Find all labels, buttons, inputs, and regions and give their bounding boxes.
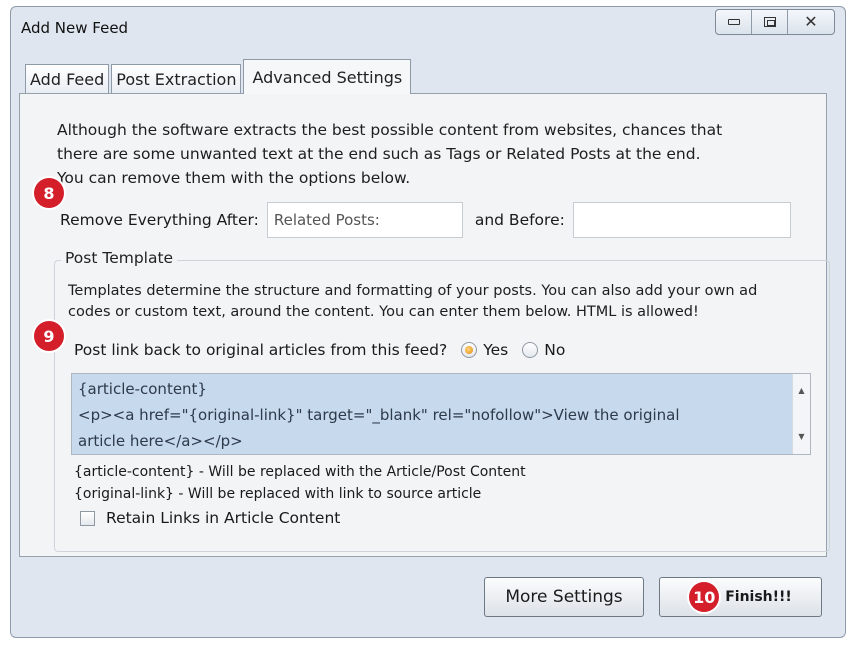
hint-line: {article-content} - Will be replaced wit…: [74, 464, 526, 480]
post-template-legend: Post Template: [61, 249, 178, 267]
minimize-icon: [727, 19, 740, 25]
finish-label: Finish!!!: [725, 589, 792, 605]
close-icon: ✕: [804, 12, 818, 31]
tab-add-feed[interactable]: Add Feed: [25, 64, 110, 94]
post-template-description: Templates determine the structure and fo…: [68, 281, 828, 323]
hint-line: {original-link} - Will be replaced with …: [74, 486, 482, 502]
template-line: <p><a href="{original-link}" target="_bl…: [78, 406, 680, 424]
template-scrollbar[interactable]: ▲ ▼: [792, 374, 810, 454]
radio-no-label[interactable]: No: [544, 341, 565, 359]
retain-links-label[interactable]: Retain Links in Article Content: [106, 509, 340, 527]
description-line: Templates determine the structure and fo…: [68, 283, 758, 299]
window-title: Add New Feed: [21, 19, 129, 37]
intro-text: Although the software extracts the best …: [57, 118, 797, 190]
template-line: article here</a></p>: [78, 432, 243, 450]
link-back-row: Post link back to original articles from…: [74, 341, 565, 359]
finish-button[interactable]: 10 Finish!!!: [659, 577, 822, 617]
intro-line: Although the software extracts the best …: [57, 121, 723, 139]
scroll-down-icon[interactable]: ▼: [798, 424, 804, 450]
maximize-button[interactable]: [752, 10, 788, 34]
intro-line: there are some unwanted text at the end …: [57, 145, 701, 163]
post-template-group: Post Template Templates determine the st…: [54, 249, 830, 552]
advanced-settings-panel: Although the software extracts the best …: [19, 93, 830, 557]
maximize-icon: [763, 17, 776, 27]
remove-after-input[interactable]: [266, 202, 463, 238]
scroll-up-icon[interactable]: ▲: [798, 378, 804, 404]
before-label: and Before:: [474, 211, 565, 229]
tab-advanced-settings[interactable]: Advanced Settings: [243, 59, 412, 94]
link-back-question: Post link back to original articles from…: [74, 341, 448, 359]
close-button[interactable]: ✕: [788, 10, 834, 34]
retain-links-checkbox[interactable]: [80, 510, 95, 526]
step-marker-9: 9: [34, 321, 64, 351]
before-input[interactable]: [572, 202, 791, 238]
tab-bar: Add Feed Post Extraction Advanced Settin…: [25, 58, 413, 94]
more-settings-button[interactable]: More Settings: [484, 577, 644, 617]
window-controls: ✕: [715, 9, 835, 35]
intro-line: You can remove them with the options bel…: [57, 169, 411, 187]
radio-yes[interactable]: [461, 342, 478, 358]
remove-after-label: Remove Everything After:: [60, 211, 259, 229]
description-line: codes or custom text, around the content…: [68, 304, 699, 320]
retain-links-row[interactable]: Retain Links in Article Content: [80, 509, 340, 527]
title-bar[interactable]: Add New Feed ✕: [11, 7, 845, 47]
remove-options-row: Remove Everything After: and Before:: [60, 202, 791, 238]
radio-no[interactable]: [522, 342, 539, 358]
step-marker-10: 10: [689, 582, 720, 612]
template-textarea[interactable]: {article-content} <p><a href="{original-…: [71, 373, 811, 455]
radio-yes-label[interactable]: Yes: [483, 341, 508, 359]
template-line: {article-content}: [78, 380, 207, 398]
more-settings-label: More Settings: [505, 587, 623, 607]
minimize-button[interactable]: [716, 10, 752, 34]
tab-post-extraction[interactable]: Post Extraction: [111, 64, 242, 94]
template-hints: {article-content} - Will be replaced wit…: [74, 461, 526, 505]
